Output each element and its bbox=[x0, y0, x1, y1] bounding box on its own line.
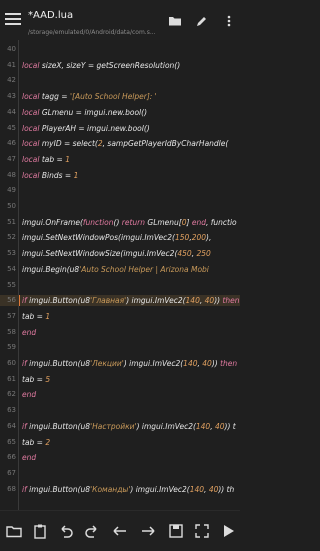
line-number: 62 bbox=[7, 390, 16, 399]
code-text: if imgui.Button(u8'Настройки') imgui.ImV… bbox=[22, 421, 236, 431]
code-line[interactable]: 41 local sizeX, sizeY = getScreenResoluti… bbox=[0, 60, 240, 71]
folder-icon[interactable] bbox=[168, 14, 182, 28]
code-text: local tagg = '[Auto School Helper]: ' bbox=[22, 92, 157, 102]
line-number: 50 bbox=[7, 202, 16, 210]
line-number: 47 bbox=[7, 154, 16, 163]
toolbar: *AAD.lua /storage/emulated/0/Android/dat… bbox=[0, 0, 240, 40]
line-number: 68 bbox=[7, 484, 16, 493]
more-vert-icon[interactable] bbox=[222, 14, 236, 28]
code-text: imgui.SetNextWindowSize(imgui.ImVec2(450… bbox=[22, 249, 211, 259]
line-number: 56 bbox=[7, 296, 16, 305]
code-line[interactable]: 46 local myID = select(2, sampGetPlayerId… bbox=[0, 138, 240, 149]
code-text: local Binds = 1 bbox=[22, 170, 79, 180]
pencil-icon[interactable] bbox=[195, 14, 209, 28]
code-text: local tab = 1 bbox=[22, 154, 70, 164]
code-line[interactable]: 47 local tab = 1 bbox=[0, 154, 240, 165]
line-number: 49 bbox=[7, 186, 16, 195]
line-number: 60 bbox=[7, 359, 16, 367]
code-line[interactable]: 42 bbox=[0, 75, 240, 86]
text-cursor bbox=[19, 295, 20, 307]
line-number: 64 bbox=[7, 421, 16, 430]
line-number: 65 bbox=[7, 437, 16, 446]
code-text: imgui.SetNextWindowPos(imgui.ImVec2(150,… bbox=[22, 233, 212, 243]
undo-icon[interactable] bbox=[58, 523, 74, 539]
code-text: local GLmenu = imgui.new.bool() bbox=[22, 107, 147, 117]
code-line[interactable]: 45 local PlayerAH = imgui.new.bool() bbox=[0, 123, 240, 134]
code-line[interactable]: 50 bbox=[0, 201, 240, 212]
line-number: 57 bbox=[7, 311, 16, 320]
code-text: end bbox=[22, 327, 37, 337]
code-line[interactable]: 43 local tagg = '[Auto School Helper]: ' bbox=[0, 91, 240, 102]
line-number: 53 bbox=[7, 249, 16, 258]
line-number: 43 bbox=[7, 92, 16, 101]
code-line[interactable]: 59 bbox=[0, 342, 240, 353]
code-text: tab = 2 bbox=[22, 437, 51, 447]
line-number: 51 bbox=[7, 217, 16, 226]
code-line[interactable]: 55 bbox=[0, 280, 240, 291]
line-number: 66 bbox=[7, 453, 16, 462]
code-text: local PlayerAH = imgui.new.bool() bbox=[22, 123, 150, 133]
line-number: 48 bbox=[7, 170, 16, 179]
line-number: 42 bbox=[7, 76, 16, 85]
code-text: if imgui.Button(u8'Команды') imgui.ImVec… bbox=[22, 484, 235, 494]
arrow-left-icon[interactable] bbox=[112, 523, 128, 539]
code-text: imgui.Begin(u8'Auto School Helper | Ariz… bbox=[22, 264, 209, 274]
code-line[interactable]: 51 imgui.OnFrame(function() return GLmenu… bbox=[0, 217, 240, 228]
line-number: 45 bbox=[7, 123, 16, 132]
code-line[interactable]: 65 tab = 2 bbox=[0, 437, 240, 448]
line-number: 58 bbox=[7, 327, 16, 336]
folder-open-icon[interactable] bbox=[6, 523, 22, 539]
code-text: end bbox=[22, 453, 37, 463]
code-line[interactable]: 66 end bbox=[0, 452, 240, 463]
code-text: local sizeX, sizeY = getScreenResolution… bbox=[22, 60, 181, 70]
code-editor[interactable]: 40 41 local sizeX, sizeY = getScreenResolu… bbox=[0, 40, 240, 510]
code-line[interactable]: 63 bbox=[0, 405, 240, 416]
bottom-toolbar bbox=[0, 510, 240, 551]
code-text: local myID = select(2, sampGetPlayerIdBy… bbox=[22, 139, 229, 149]
code-line[interactable]: 64 if imgui.Button(u8'Настройки') imgui.I… bbox=[0, 421, 240, 432]
code-line[interactable]: 60 if imgui.Button(u8'Лекции') imgui.ImVe… bbox=[0, 358, 240, 369]
line-number: 54 bbox=[7, 264, 16, 273]
code-line[interactable]: 54 imgui.Begin(u8'Auto School Helper | A… bbox=[0, 264, 240, 275]
code-text: if imgui.Button(u8'Лекции') imgui.ImVec2… bbox=[22, 359, 238, 368]
line-number: 63 bbox=[7, 406, 16, 415]
line-number: 40 bbox=[7, 45, 16, 53]
code-line[interactable]: 58 end bbox=[0, 327, 240, 338]
code-line[interactable]: 56 if imgui.Button(u8'Главная') imgui.ImV… bbox=[0, 295, 240, 307]
code-text: imgui.OnFrame(function() return GLmenu[0… bbox=[22, 217, 237, 227]
line-number: 46 bbox=[7, 139, 16, 148]
code-line[interactable]: 49 bbox=[0, 185, 240, 196]
code-text: tab = 5 bbox=[22, 374, 51, 384]
file-path: /storage/emulated/0/Android/data/com.s..… bbox=[28, 29, 156, 36]
code-text: if imgui.Button(u8'Главная') imgui.ImVec… bbox=[22, 296, 240, 306]
line-number: 52 bbox=[7, 233, 16, 242]
code-text: tab = 1 bbox=[22, 311, 51, 321]
line-number: 59 bbox=[7, 343, 16, 352]
line-number: 55 bbox=[7, 280, 16, 289]
code-line[interactable]: 61 tab = 5 bbox=[0, 374, 240, 385]
line-number: 44 bbox=[7, 107, 16, 116]
fullscreen-icon[interactable] bbox=[194, 523, 210, 539]
code-text: end bbox=[22, 390, 37, 400]
code-line[interactable]: 48 local Binds = 1 bbox=[0, 170, 240, 181]
code-line[interactable]: 52 imgui.SetNextWindowPos(imgui.ImVec2(1… bbox=[0, 232, 240, 243]
play-icon[interactable] bbox=[220, 523, 236, 539]
code-line[interactable]: 44 local GLmenu = imgui.new.bool() bbox=[0, 107, 240, 118]
clipboard-icon[interactable] bbox=[32, 523, 48, 539]
arrow-right-icon[interactable] bbox=[140, 523, 156, 539]
code-line[interactable]: 53 imgui.SetNextWindowSize(imgui.ImVec2(… bbox=[0, 248, 240, 259]
code-line[interactable]: 67 bbox=[0, 468, 240, 479]
line-number: 61 bbox=[7, 374, 16, 383]
menu-icon[interactable] bbox=[4, 10, 22, 28]
code-line[interactable]: 40 bbox=[0, 44, 240, 55]
file-title: *AAD.lua bbox=[28, 10, 74, 21]
line-number: 67 bbox=[7, 468, 16, 477]
line-number: 41 bbox=[7, 60, 16, 69]
save-icon[interactable] bbox=[168, 523, 184, 539]
redo-icon[interactable] bbox=[84, 523, 100, 539]
code-line[interactable]: 57 tab = 1 bbox=[0, 311, 240, 322]
code-line[interactable]: 68 if imgui.Button(u8'Команды') imgui.ImV… bbox=[0, 484, 240, 495]
code-line[interactable]: 62 end bbox=[0, 389, 240, 400]
